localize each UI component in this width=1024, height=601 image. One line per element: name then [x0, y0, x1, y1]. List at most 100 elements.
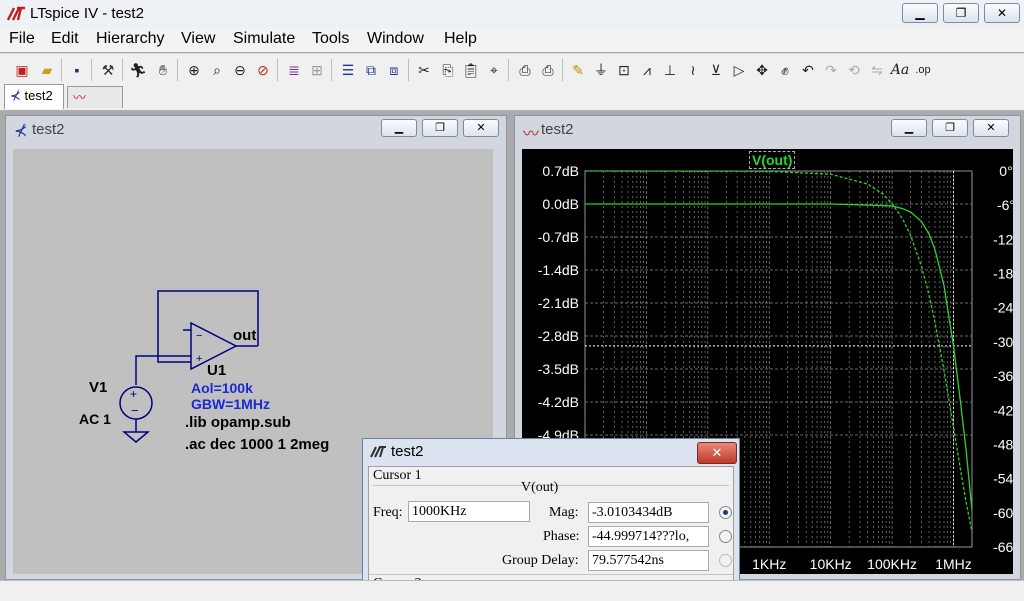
draw-wire-icon[interactable]: ✎: [568, 60, 588, 80]
fit-icon[interactable]: ⊞: [307, 60, 327, 80]
y-tick-label-right: -24°: [993, 300, 1013, 316]
zoom-out-icon[interactable]: ⊖: [230, 60, 250, 80]
spice-directive-ac[interactable]: .ac dec 1000 1 2meg: [185, 436, 329, 453]
minimize-button[interactable]: ▁: [902, 3, 938, 23]
pan-hand-icon[interactable]: ✋︎: [153, 60, 173, 80]
source-value[interactable]: AC 1: [79, 411, 111, 427]
close-button[interactable]: ✕: [463, 119, 499, 137]
menu-bar: File Edit Hierarchy View Simulate Tools …: [0, 28, 1024, 52]
x-tick-label: 1KHz: [752, 556, 786, 572]
net-label-out[interactable]: out: [233, 327, 256, 344]
open-folder-icon[interactable]: ▰: [37, 60, 57, 80]
minimize-button[interactable]: ▁: [891, 119, 927, 137]
ltspice-logo-icon: [370, 446, 386, 458]
move-icon[interactable]: ✥: [752, 60, 772, 80]
undo-icon[interactable]: ↶: [798, 60, 818, 80]
zoom-full-icon[interactable]: ⌕: [207, 60, 227, 80]
run-icon[interactable]: 🏃︎: [128, 60, 148, 80]
cascade-icon[interactable]: ⧉: [361, 60, 381, 80]
maximize-button[interactable]: ❐: [932, 119, 968, 137]
schematic-title-bar: ⊀ test2 ▁ ❐ ✕: [6, 116, 506, 144]
menu-edit[interactable]: Edit: [51, 30, 79, 48]
mag-field[interactable]: -3.0103434dB: [588, 502, 709, 523]
freq-label: Freq:: [373, 505, 403, 520]
y-tick-label-left: -1.4dB: [538, 262, 579, 278]
phase-field[interactable]: -44.999714???lo,: [588, 526, 709, 547]
text-icon[interactable]: Aa: [890, 60, 910, 80]
x-tick-label: 1MHz: [935, 556, 972, 572]
save-icon[interactable]: ▪: [67, 60, 87, 80]
spice-directive-icon[interactable]: .op: [913, 60, 933, 80]
menu-help[interactable]: Help: [444, 30, 477, 48]
component-icon[interactable]: ▷: [729, 60, 749, 80]
y-tick-label-right: -12°: [993, 231, 1013, 247]
svg-text:+: +: [130, 387, 137, 401]
close-button[interactable]: ✕: [973, 119, 1009, 137]
menu-view[interactable]: View: [181, 30, 215, 48]
maximize-button[interactable]: ❐: [943, 3, 979, 23]
redo-icon[interactable]: ↷: [821, 60, 841, 80]
drag-icon[interactable]: ✊︎: [775, 60, 795, 80]
source-name[interactable]: V1: [89, 379, 107, 396]
resistor-icon[interactable]: ⩘: [637, 60, 657, 80]
diode-icon[interactable]: ⊻: [706, 60, 726, 80]
opamp-param-aol[interactable]: Aol=100k: [191, 380, 253, 396]
tab-label: test2: [24, 88, 53, 103]
group-delay-radio[interactable]: [719, 554, 732, 567]
y-tick-label-right: -48°: [993, 436, 1013, 452]
schematic-icon: ⊀: [14, 123, 28, 140]
ground-icon[interactable]: ⏚: [591, 60, 611, 80]
tab-waveform[interactable]: 〰 test2: [67, 86, 123, 127]
group-delay-field[interactable]: 79.577542ns: [588, 550, 709, 571]
tab-schematic[interactable]: ⊀ test2: [4, 84, 64, 109]
print-icon[interactable]: ⎙: [538, 60, 558, 80]
mirror-icon[interactable]: ⇋: [867, 60, 887, 80]
status-bar: [0, 580, 1024, 601]
trace-label[interactable]: V(out): [749, 151, 796, 169]
zoom-in-icon[interactable]: ⊕: [184, 60, 204, 80]
zoom-cancel-icon[interactable]: ⊘: [253, 60, 273, 80]
y-tick-label-right: -30°: [993, 334, 1013, 350]
svg-text:−: −: [131, 403, 139, 418]
menu-hierarchy[interactable]: Hierarchy: [96, 30, 164, 48]
opamp-name[interactable]: U1: [207, 362, 226, 379]
dialog-close-button[interactable]: ✕: [697, 442, 737, 464]
menu-window[interactable]: Window: [367, 30, 424, 48]
y-tick-label-right: -18°: [993, 266, 1013, 282]
minimize-button[interactable]: ▁: [381, 119, 417, 137]
paste-icon[interactable]: 📋︎: [461, 60, 481, 80]
menu-file[interactable]: File: [9, 30, 35, 48]
maximize-button[interactable]: ❐: [422, 119, 458, 137]
cut-icon[interactable]: ✂: [414, 60, 434, 80]
find-icon[interactable]: ⌖: [484, 60, 504, 80]
app-title: LTspice IV - test2: [30, 5, 144, 22]
print-setup-icon[interactable]: ⎙: [515, 60, 535, 80]
opamp-param-gbw[interactable]: GBW=1MHz: [191, 396, 270, 412]
schematic-title: test2: [32, 121, 65, 138]
control-panel-icon[interactable]: ⚒: [98, 60, 118, 80]
close-button[interactable]: ✕: [984, 3, 1020, 23]
svg-text:+: +: [196, 353, 202, 365]
y-tick-label-left: 0.0dB: [542, 196, 579, 212]
spice-directive-lib[interactable]: .lib opamp.sub: [185, 414, 291, 431]
autorange-icon[interactable]: ≣: [284, 60, 304, 80]
new-schematic-icon[interactable]: ▣: [12, 60, 32, 80]
rotate-icon[interactable]: ⟲: [844, 60, 864, 80]
label-net-icon[interactable]: ⊡: [614, 60, 634, 80]
cursor1-label: Cursor 1: [373, 468, 422, 483]
tile-horizontal-icon[interactable]: ☰: [338, 60, 358, 80]
mag-radio[interactable]: [719, 506, 732, 519]
y-tick-label-left: -2.8dB: [538, 328, 579, 344]
freq-field[interactable]: 1000KHz: [408, 501, 530, 522]
y-tick-label-right: -36°: [993, 368, 1013, 384]
copy-icon[interactable]: ⎘: [438, 60, 458, 80]
y-tick-label-right: -66°: [993, 539, 1013, 555]
tile-vertical-icon[interactable]: ⧈: [384, 60, 404, 80]
inductor-icon[interactable]: ≀: [683, 60, 703, 80]
menu-tools[interactable]: Tools: [312, 30, 349, 48]
capacitor-icon[interactable]: ⊥: [660, 60, 680, 80]
phase-radio[interactable]: [719, 530, 732, 543]
ltspice-logo-icon: [6, 6, 25, 21]
y-tick-label-right: 0°: [999, 163, 1012, 179]
menu-simulate[interactable]: Simulate: [233, 30, 295, 48]
